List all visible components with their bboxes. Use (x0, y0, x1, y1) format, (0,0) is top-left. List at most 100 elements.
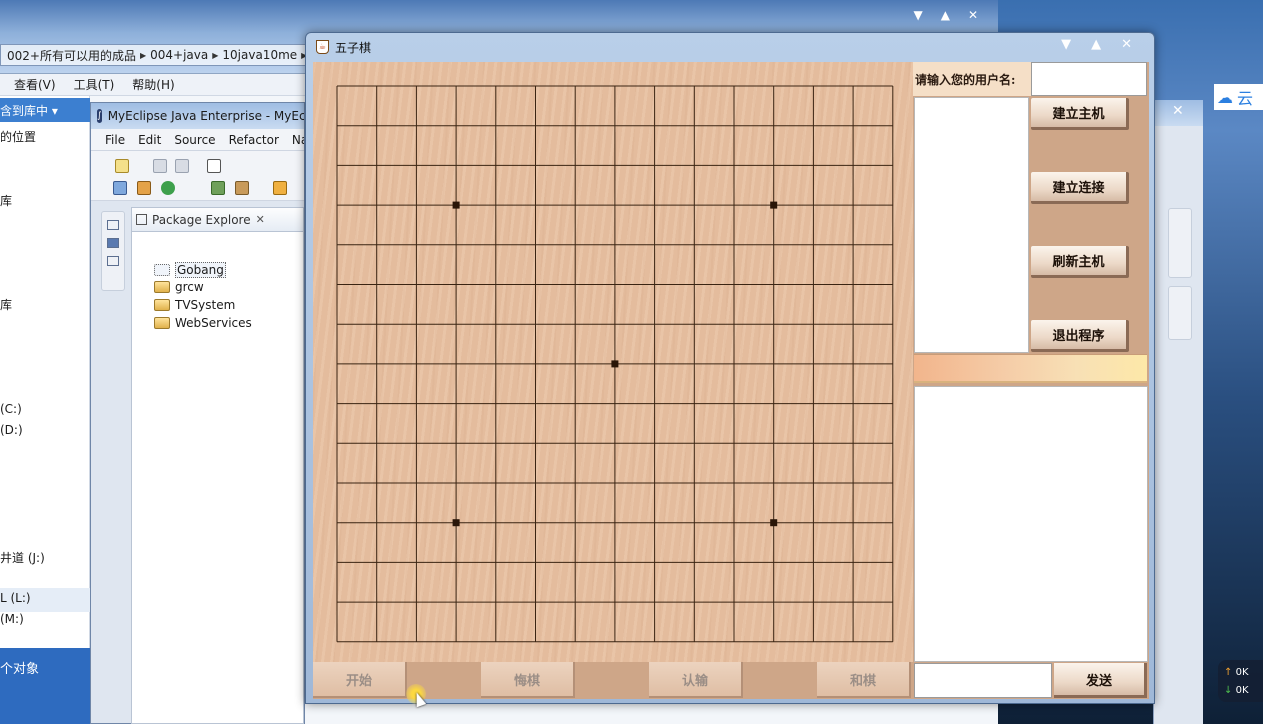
connect-button[interactable]: 建立连接 (1031, 172, 1129, 204)
offer-draw-button[interactable]: 和棋 (817, 662, 911, 698)
close-icon[interactable]: ✕ (1154, 100, 1203, 126)
decorative-banner (914, 354, 1147, 383)
nav-item[interactable]: 库 (0, 296, 12, 313)
package-explorer-tab[interactable]: Package Explore ✕ (132, 208, 303, 232)
navigation-pane: 含到库中 ▾ 的位置 库 库 (C:) (D:) 井道 (J:) L (L:) … (0, 96, 90, 724)
gobang-titlebar: ☕ 五子棋 (306, 33, 1154, 61)
run-server-icon[interactable] (235, 181, 249, 195)
project-item[interactable]: WebServices (154, 316, 252, 330)
java-cup-icon: ☕ (316, 40, 329, 54)
project-item[interactable]: grcw (154, 280, 204, 294)
package-explorer-view: Package Explore ✕ Gobang grcw TVSystem W… (131, 207, 304, 724)
cloud-drive-widget[interactable]: ☁ 云 (1214, 84, 1263, 110)
maximize-icon[interactable]: ▲ (941, 8, 950, 22)
gobang-window: ☕ 五子棋 ▼ ▲ ✕ 开始 悔棋 认输 和棋 请输入您的用户名: 建立主机 建… (305, 32, 1155, 704)
menu-file[interactable]: File (105, 133, 125, 147)
exit-button[interactable]: 退出程序 (1031, 320, 1129, 352)
menu-edit[interactable]: Edit (138, 133, 161, 147)
nav-item-drive-j[interactable]: 井道 (J:) (0, 549, 45, 566)
menu-navigate[interactable]: Navigate (292, 133, 304, 147)
project-folder-icon (154, 264, 170, 276)
download-arrow-icon: ↓ (1224, 685, 1233, 696)
breadcrumb[interactable]: 002+所有可以用的成品 ▶ 004+java ▶ 10java10me ▶ (0, 44, 310, 66)
myeclipse-toolbar (91, 151, 304, 201)
create-host-button[interactable]: 建立主机 (1031, 98, 1129, 130)
close-icon[interactable]: ✕ (968, 8, 978, 22)
myeclipse-logo-icon: ∫ (97, 109, 102, 123)
nav-item-drive-d[interactable]: (D:) (0, 423, 23, 437)
status-bar: 个对象 (0, 648, 90, 724)
menu-view[interactable]: 查看(V) (14, 76, 56, 93)
star-point (770, 519, 778, 527)
network-speed-widget: ↑ 0K ↓ 0K (1218, 660, 1263, 702)
close-tab-icon[interactable]: ✕ (256, 213, 265, 226)
gobang-client-area: 开始 悔棋 认输 和棋 请输入您的用户名: 建立主机 建立连接 刷新主机 退出程… (313, 62, 1149, 699)
upload-arrow-icon: ↑ (1224, 667, 1233, 678)
print-icon[interactable] (175, 159, 189, 173)
chat-input[interactable] (914, 663, 1052, 698)
window-title: MyEclipse Java Enterprise - MyEclipse (107, 109, 304, 123)
close-icon[interactable]: ✕ (1121, 37, 1132, 52)
minimized-views-bar (1168, 286, 1192, 340)
myeclipse-window: ∫ MyEclipse Java Enterprise - MyEclipse … (90, 102, 305, 724)
undo-move-button[interactable]: 悔棋 (481, 662, 575, 698)
project-folder-icon (154, 299, 170, 311)
deploy-icon[interactable] (211, 181, 225, 195)
menu-help[interactable]: 帮助(H) (132, 76, 174, 93)
username-label: 请输入您的用户名: (913, 62, 1031, 96)
game-board[interactable] (313, 62, 913, 662)
star-point (770, 201, 778, 209)
breadcrumb-item[interactable]: 002+所有可以用的成品 (7, 47, 136, 64)
nav-item[interactable]: 库 (0, 192, 12, 209)
view-icon[interactable] (107, 238, 119, 248)
cloud-icon: ☁ (1217, 87, 1233, 107)
minimized-views-bar (1168, 208, 1192, 278)
breadcrumb-item[interactable]: 004+java (150, 48, 208, 62)
include-in-library-button[interactable]: 含到库中 ▾ (0, 98, 90, 122)
host-list[interactable] (914, 97, 1029, 353)
binary-file-icon[interactable] (207, 159, 221, 173)
view-icon[interactable] (107, 256, 119, 266)
chevron-right-icon: ▶ (139, 50, 147, 60)
star-point (452, 519, 460, 527)
project-item[interactable]: TVSystem (154, 298, 235, 312)
chevron-right-icon: ▶ (212, 50, 219, 60)
minimized-views-bar (101, 211, 125, 291)
restore-icon[interactable] (107, 220, 119, 230)
open-folder-icon[interactable] (273, 181, 287, 195)
maximize-icon[interactable]: ▲ (1091, 37, 1101, 52)
minimize-icon[interactable]: ▼ (913, 8, 922, 22)
open-project-icon[interactable] (113, 181, 127, 195)
star-point (452, 201, 460, 209)
send-button[interactable]: 发送 (1054, 663, 1147, 698)
menu-source[interactable]: Source (174, 133, 215, 147)
refresh-icon[interactable] (161, 181, 175, 195)
nav-item[interactable]: 的位置 (0, 128, 36, 145)
chat-log[interactable] (914, 386, 1148, 662)
resign-button[interactable]: 认输 (649, 662, 743, 698)
project-item[interactable]: Gobang (154, 262, 226, 278)
nav-item-drive-m[interactable]: (M:) (0, 612, 24, 626)
board-grid[interactable] (313, 62, 913, 662)
background-window-right: ✕ (1153, 100, 1203, 724)
save-icon[interactable] (153, 159, 167, 173)
star-point (611, 360, 619, 368)
username-input[interactable] (1031, 62, 1147, 96)
start-button[interactable]: 开始 (313, 662, 407, 698)
nav-item-drive-c[interactable]: (C:) (0, 402, 22, 416)
window-title: 五子棋 (335, 40, 372, 55)
nav-item-drive-l[interactable]: L (L:) (0, 591, 31, 605)
refresh-host-button[interactable]: 刷新主机 (1031, 246, 1129, 278)
new-file-icon[interactable] (115, 159, 129, 173)
myeclipse-titlebar: ∫ MyEclipse Java Enterprise - MyEclipse (91, 103, 304, 129)
package-icon[interactable] (137, 181, 151, 195)
menu-refactor[interactable]: Refactor (229, 133, 279, 147)
project-folder-icon (154, 281, 170, 293)
myeclipse-menubar: File Edit Source Refactor Navigate (91, 129, 304, 151)
package-explorer-icon (136, 214, 147, 225)
project-folder-icon (154, 317, 170, 329)
breadcrumb-item[interactable]: 10java10me (222, 48, 297, 62)
minimize-icon[interactable]: ▼ (1061, 37, 1071, 52)
gobang-window-controls: ▼ ▲ ✕ (1061, 37, 1132, 52)
menu-tools[interactable]: 工具(T) (74, 76, 115, 93)
